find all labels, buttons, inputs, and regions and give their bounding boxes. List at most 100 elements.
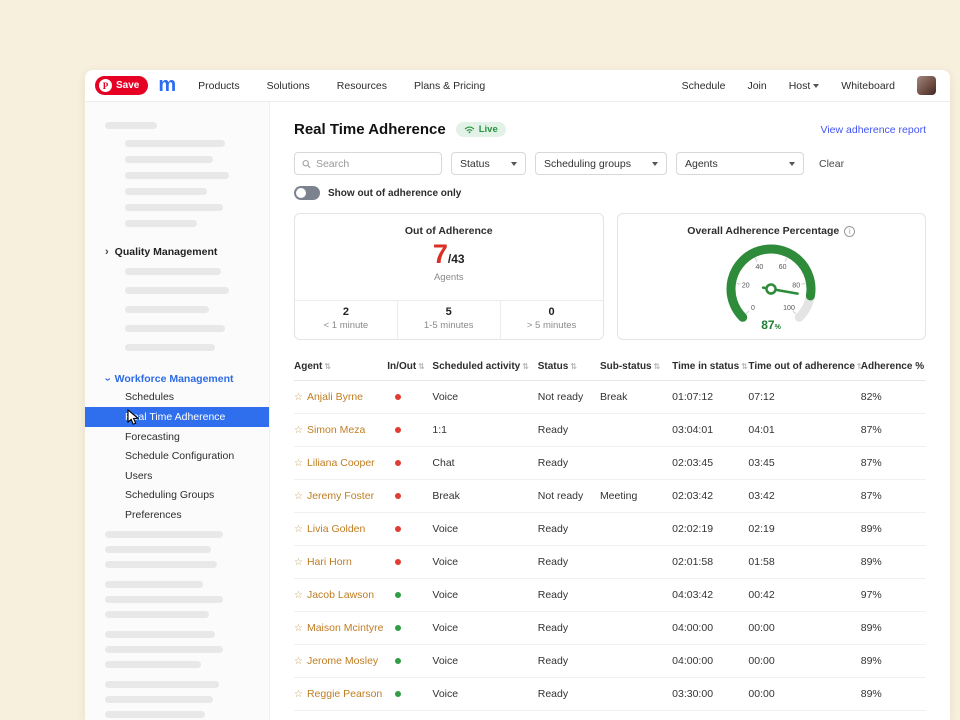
adherence-cell: 87% <box>861 414 926 447</box>
skeleton-bar <box>125 188 207 195</box>
sidebar-item-preferences[interactable]: Preferences <box>85 505 269 525</box>
nav-item-whiteboard[interactable]: Whiteboard <box>841 80 895 92</box>
clear-filters-button[interactable]: Clear <box>819 158 844 170</box>
agent-link[interactable]: Jeremy Foster <box>307 490 374 502</box>
agents-filter-dropdown[interactable]: Agents <box>676 152 804 175</box>
table-row: ☆Anjali Byrne Voice Not ready Break 01:0… <box>294 381 926 414</box>
time-out-cell: 00:42 <box>748 579 860 612</box>
status-cell: Ready <box>538 546 600 579</box>
scheduled-activity-cell: Voice <box>432 612 537 645</box>
time-in-status-cell: 02:02:19 <box>672 513 748 546</box>
sidebar-item-quality-management[interactable]: › Quality Management <box>85 243 269 261</box>
favorite-star-icon[interactable]: ☆ <box>294 590 303 601</box>
favorite-star-icon[interactable]: ☆ <box>294 392 303 403</box>
favorite-star-icon[interactable]: ☆ <box>294 656 303 667</box>
agent-link[interactable]: Liliana Cooper <box>307 457 375 469</box>
sub-status-cell <box>600 678 672 711</box>
nav-item-plans-pricing[interactable]: Plans & Pricing <box>414 80 485 92</box>
skeleton-bar <box>105 596 223 603</box>
column-header-time-out-of-adherence[interactable]: Time out of adherence⇅ <box>748 356 860 381</box>
favorite-star-icon[interactable]: ☆ <box>294 557 303 568</box>
status-cell: Ready <box>538 678 600 711</box>
sort-icon: ⇅ <box>741 362 748 371</box>
sidebar-item-users[interactable]: Users <box>85 466 269 486</box>
avatar[interactable] <box>917 76 936 95</box>
skeleton-bar <box>105 681 219 688</box>
status-cell: Ready <box>538 447 600 480</box>
view-adherence-report-link[interactable]: View adherence report <box>821 124 926 136</box>
agent-link[interactable]: Anjali Byrne <box>307 391 363 403</box>
column-header-sub-status[interactable]: Sub-status⇅ <box>600 356 672 381</box>
adherence-cell: 89% <box>861 513 926 546</box>
favorite-star-icon[interactable]: ☆ <box>294 491 303 502</box>
favorite-star-icon[interactable]: ☆ <box>294 689 303 700</box>
agent-link[interactable]: Hari Horn <box>307 556 352 568</box>
overall-adherence-title: Overall Adherence Percentage <box>687 225 839 237</box>
sidebar-item-forecasting[interactable]: Forecasting <box>85 427 269 447</box>
scheduled-activity-cell: Voice <box>432 546 537 579</box>
sidebar: › Quality Management › Workforce Managem… <box>85 102 270 720</box>
agent-link[interactable]: Jerome Mosley <box>307 655 378 667</box>
favorite-star-icon[interactable]: ☆ <box>294 524 303 535</box>
skeleton-bar <box>105 531 223 538</box>
inout-status-dot <box>395 691 401 697</box>
toggle-label: Show out of adherence only <box>328 188 461 199</box>
nav-item-join[interactable]: Join <box>747 80 766 92</box>
out-of-adherence-title: Out of Adherence <box>295 225 603 237</box>
adherence-cell: 89% <box>861 645 926 678</box>
pinterest-save-button[interactable]: P Save <box>95 76 148 95</box>
scheduling-groups-filter-dropdown[interactable]: Scheduling groups <box>535 152 667 175</box>
search-box[interactable] <box>294 152 442 175</box>
sidebar-item-schedules[interactable]: Schedules <box>85 387 269 407</box>
agent-link[interactable]: Livia Golden <box>307 523 365 535</box>
skeleton-bar <box>125 204 223 211</box>
column-header-adherence[interactable]: Adherence %⇅ <box>861 356 926 381</box>
nav-item-resources[interactable]: Resources <box>337 80 387 92</box>
favorite-star-icon[interactable]: ☆ <box>294 425 303 436</box>
sidebar-item-schedule-configuration[interactable]: Schedule Configuration <box>85 446 269 466</box>
inout-status-dot <box>395 559 401 565</box>
agent-link[interactable]: Maison Mcintyre <box>307 622 383 634</box>
column-header-time-in-status[interactable]: Time in status⇅ <box>672 356 748 381</box>
column-header-status[interactable]: Status⇅ <box>538 356 600 381</box>
gauge-value: 87% <box>761 318 781 332</box>
gauge-tick-40: 40 <box>756 264 764 271</box>
agent-link[interactable]: Simon Meza <box>307 424 365 436</box>
favorite-star-icon[interactable]: ☆ <box>294 623 303 634</box>
column-header-in-out[interactable]: In/Out⇅ <box>387 356 432 381</box>
nav-item-solutions[interactable]: Solutions <box>267 80 310 92</box>
status-filter-dropdown[interactable]: Status <box>451 152 526 175</box>
nav-links: Products Solutions Resources Plans & Pri… <box>198 80 485 92</box>
sidebar-item-real-time-adherence[interactable]: Real Time Adherence <box>85 407 269 427</box>
sidebar-item-scheduling-groups[interactable]: Scheduling Groups <box>85 485 269 505</box>
chevron-down-icon <box>789 162 795 166</box>
filter-bar: Status Scheduling groups Agents Clear <box>294 152 926 175</box>
search-input[interactable] <box>316 158 434 170</box>
time-out-cell: 03:45 <box>748 447 860 480</box>
gauge-tick-20: 20 <box>742 283 750 290</box>
nav-item-products[interactable]: Products <box>198 80 239 92</box>
sub-status-cell <box>600 513 672 546</box>
skeleton-bar <box>105 581 203 588</box>
live-signal-icon <box>464 125 475 134</box>
table-row: ☆Jeremy Foster Break Not ready Meeting 0… <box>294 480 926 513</box>
agent-link[interactable]: Reggie Pearson <box>307 688 382 700</box>
agent-link[interactable]: Jacob Lawson <box>307 589 374 601</box>
sidebar-item-workforce-management[interactable]: › Workforce Management <box>85 370 269 388</box>
column-header-agent[interactable]: Agent⇅ <box>294 356 387 381</box>
status-cell: Ready <box>538 612 600 645</box>
skeleton-bar <box>105 631 215 638</box>
nav-item-host[interactable]: Host <box>789 80 820 92</box>
adherence-gauge: 0 20 40 60 80 100 87% <box>666 237 876 333</box>
favorite-star-icon[interactable]: ☆ <box>294 458 303 469</box>
nav-item-schedule[interactable]: Schedule <box>682 80 726 92</box>
time-in-status-cell: 03:30:00 <box>672 678 748 711</box>
sub-status-cell <box>600 447 672 480</box>
bucket-under-1-minute: 2 < 1 minute <box>295 301 397 339</box>
column-header-scheduled-activity[interactable]: Scheduled activity⇅ <box>432 356 537 381</box>
status-cell: Not ready <box>538 381 600 414</box>
out-of-adherence-toggle[interactable] <box>294 186 320 200</box>
brand-logo[interactable]: m <box>158 75 176 95</box>
info-icon[interactable]: i <box>844 226 855 237</box>
scheduled-activity-cell: Voice <box>432 513 537 546</box>
